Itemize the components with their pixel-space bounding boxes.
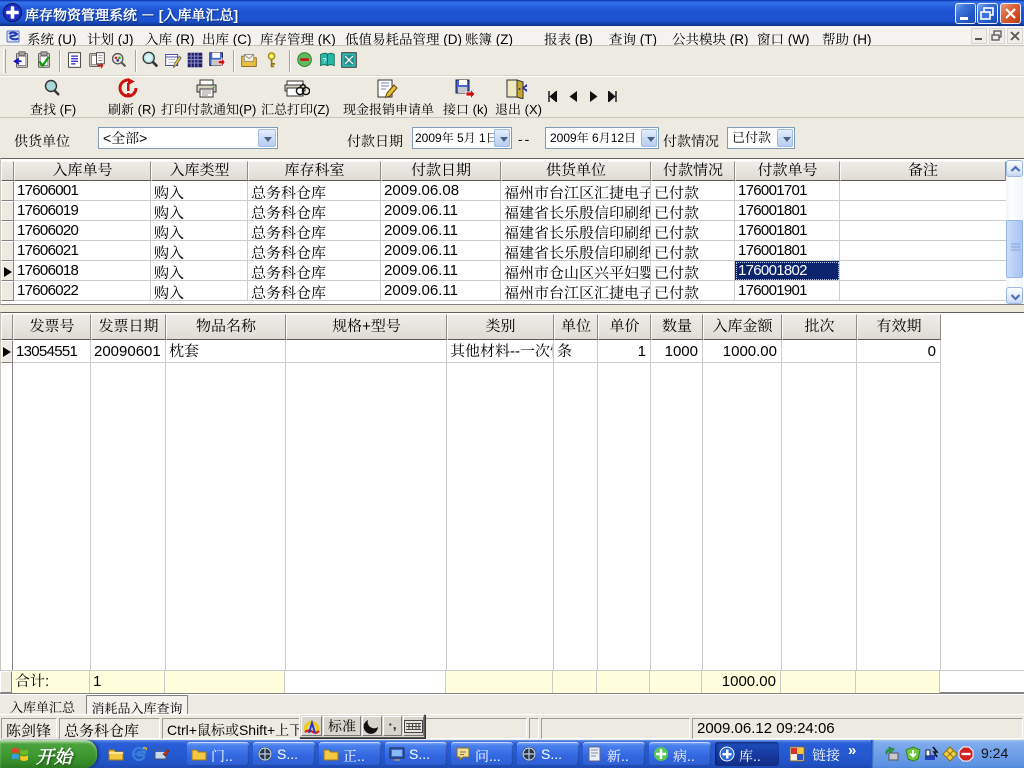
svg-text:?: ? bbox=[322, 56, 326, 65]
